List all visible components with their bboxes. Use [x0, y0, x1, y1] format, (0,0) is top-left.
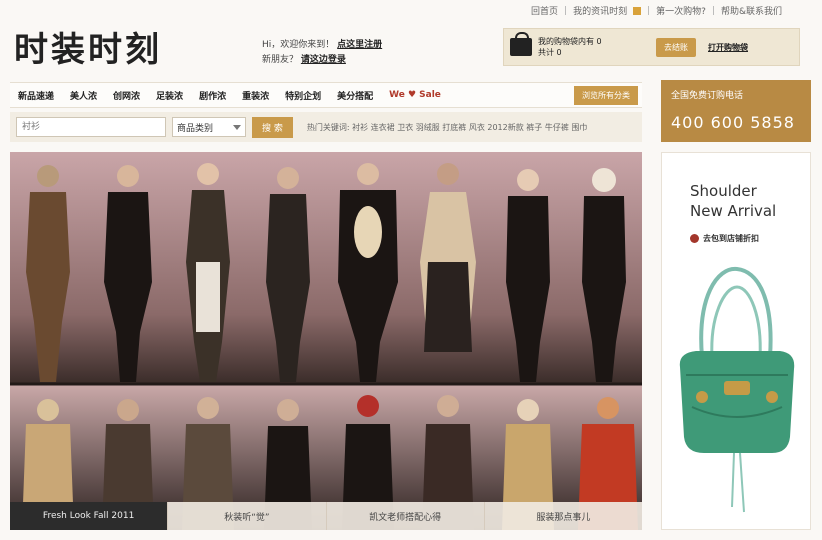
ad-title-line1: Shoulder [690, 182, 757, 200]
nav-item-special[interactable]: 特别企划 [277, 89, 329, 102]
nav-item-5[interactable]: 重装浓 [234, 89, 277, 102]
checkout-button[interactable]: 去结账 [656, 37, 696, 57]
category-select-label: 商品类别 [177, 123, 214, 134]
register-link[interactable]: 点这里注册 [337, 40, 382, 50]
search-bar: 商品类别 搜 索 热门关键词: 衬衫 连衣裙 卫衣 羽绒服 打底裤 风衣 201… [10, 112, 642, 142]
search-input[interactable] [16, 117, 166, 137]
greeting-text: Hi，欢迎你来到！ [262, 40, 335, 50]
cart-summary: 我的购物袋内有 0 共计 0 [538, 36, 656, 58]
nav-item-1[interactable]: 美人浓 [62, 89, 105, 102]
banner-tab-styling-tips[interactable]: 凯文老师搭配心得 [325, 502, 484, 530]
hotline-label: 全国免费订购电话 [671, 91, 744, 101]
handbag-image [679, 266, 795, 513]
ad-title-line2: New Arrival [690, 202, 777, 220]
ad-title: Shoulder New Arrival [690, 181, 776, 221]
nav-item-new[interactable]: 新品速递 [10, 89, 62, 102]
divider: | [711, 5, 715, 16]
cart-total: 共计 0 [538, 48, 562, 57]
shopping-bag-icon [510, 32, 532, 56]
shoulder-bag-ad[interactable]: Shoulder New Arrival 去包到店铺折扣 [661, 152, 811, 530]
cart-count: 我的购物袋内有 0 [538, 37, 602, 46]
hot-keywords[interactable]: 热门关键词: 衬衫 连衣裙 卫衣 羽绒服 打底裤 风衣 2012新款 裤子 牛仔… [307, 122, 636, 133]
nav-item-2[interactable]: 创网浓 [105, 89, 148, 102]
banner-tab-fresh-look[interactable]: Fresh Look Fall 2011 [10, 502, 168, 530]
banner-tab-clothing-stories[interactable]: 服装那点事儿 [483, 502, 642, 530]
banner-tabs: Fresh Look Fall 2011 秋装听“觉” 凯文老师搭配心得 服装那… [10, 502, 642, 530]
divider: | [564, 5, 568, 16]
nav-item-4[interactable]: 剧作浓 [191, 89, 234, 102]
hotline-box: 全国免费订购电话 400 600 5858 [661, 80, 811, 142]
open-cart-link[interactable]: 打开购物袋 [708, 42, 748, 53]
site-logo[interactable]: 时装时刻 [14, 22, 162, 71]
top-link-home[interactable]: 回首页 [531, 4, 558, 17]
shopping-cart-panel: 我的购物袋内有 0 共计 0 去结账 打开购物袋 [503, 28, 800, 66]
ad-shop-label: 去包到店铺折扣 [703, 234, 759, 243]
login-link[interactable]: 请这边登录 [301, 55, 346, 65]
top-link-account[interactable]: 我的资讯时刻 [573, 4, 627, 17]
runway-photo [10, 152, 642, 530]
main-nav: 新品速递 美人浓 创网浓 足装浓 剧作浓 重装浓 特别企划 美分搭配 We ♥ … [10, 82, 642, 108]
page: 回首页 | 我的资讯时刻 | 第一次购物? | 帮助&联系我们 时装时刻 Hi，… [0, 0, 822, 540]
greeting: Hi，欢迎你来到！ 点这里注册 新朋友？ 请这边登录 [262, 38, 382, 68]
search-button[interactable]: 搜 索 [252, 116, 293, 138]
nav-item-styling[interactable]: 美分搭配 [329, 89, 381, 102]
runway-banner[interactable]: Fresh Look Fall 2011 秋装听“觉” 凯文老师搭配心得 服装那… [10, 152, 642, 530]
category-select[interactable]: 商品类别 [172, 117, 246, 137]
top-link-help[interactable]: 帮助&联系我们 [721, 4, 782, 17]
top-link-first-purchase[interactable]: 第一次购物? [656, 4, 706, 17]
arrow-dot-icon [690, 234, 699, 243]
divider: | [647, 5, 651, 16]
mail-icon [633, 6, 642, 15]
greeting-text: 新朋友？ [262, 55, 299, 65]
nav-item-sale[interactable]: We ♥ Sale [381, 90, 449, 100]
nav-item-3[interactable]: 足装浓 [148, 89, 191, 102]
banner-tab-autumn[interactable]: 秋装听“觉” [167, 502, 326, 530]
chevron-down-icon [233, 124, 241, 130]
top-links: 回首页 | 我的资讯时刻 | 第一次购物? | 帮助&联系我们 [531, 4, 782, 18]
browse-all-categories-button[interactable]: 浏览所有分类 [574, 85, 638, 105]
ad-shop-link[interactable]: 去包到店铺折扣 [690, 233, 759, 244]
hotline-number: 400 600 5858 [671, 113, 795, 132]
